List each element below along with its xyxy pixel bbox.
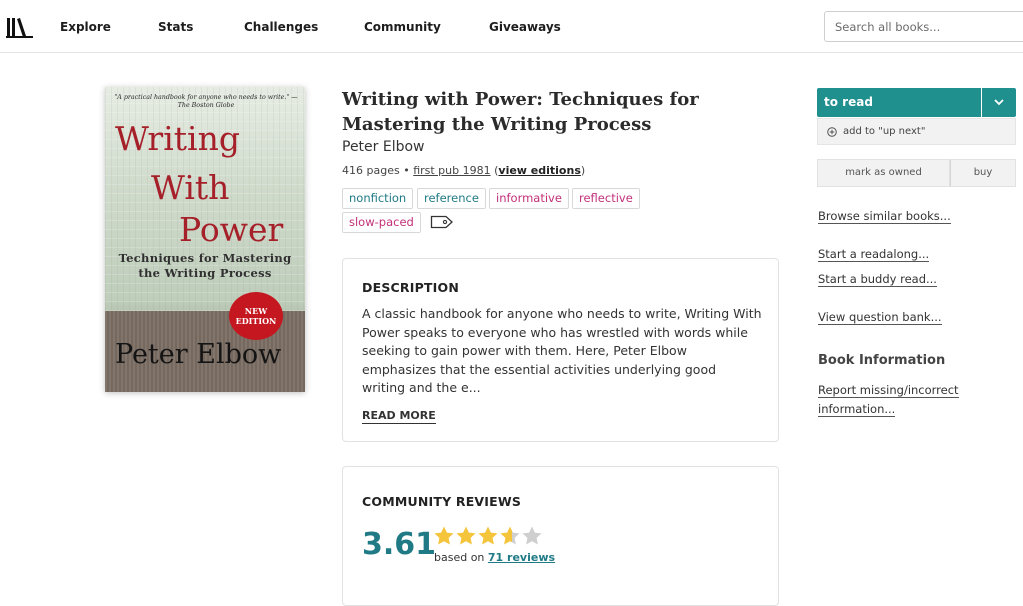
nav-giveaways[interactable]: Giveaways — [489, 20, 561, 34]
based-on-label: based on — [434, 551, 488, 564]
mark-as-owned-button[interactable]: mark as owned — [817, 159, 950, 187]
to-read-dropdown-button[interactable] — [982, 88, 1016, 117]
to-read-button[interactable]: to read — [817, 88, 981, 117]
cover-subtitle-line1: Techniques for Mastering — [118, 251, 292, 265]
book-cover: "A practical handbook for anyone who nee… — [105, 87, 305, 392]
browse-similar-link[interactable]: Browse similar books... — [818, 209, 951, 224]
nav-challenges[interactable]: Challenges — [244, 20, 318, 34]
question-bank-link[interactable]: View question bank... — [818, 310, 942, 325]
paren-close: ) — [580, 164, 586, 177]
report-missing-link-line2[interactable]: information... — [818, 402, 896, 417]
cover-title-line2: With — [151, 168, 230, 207]
report-missing-link[interactable]: Report missing/incorrect — [818, 383, 959, 398]
read-more-link[interactable]: READ MORE — [362, 409, 436, 424]
community-reviews-card: COMMUNITY REVIEWS 3.61 based on 71 revie… — [342, 466, 779, 606]
tag-nonfiction[interactable]: nonfiction — [342, 188, 414, 209]
star-icon — [478, 526, 498, 545]
average-rating: 3.61 — [362, 527, 437, 562]
view-editions-link[interactable]: view editions — [498, 164, 580, 177]
tag-edit-icon[interactable] — [430, 215, 454, 229]
start-buddy-read-link[interactable]: Start a buddy read... — [818, 272, 937, 287]
storygraph-logo-icon[interactable] — [6, 17, 33, 38]
nav-stats[interactable]: Stats — [158, 20, 193, 34]
star-icon — [456, 526, 476, 545]
tag-informative[interactable]: informative — [489, 188, 569, 209]
plus-circle-icon — [827, 127, 837, 137]
meta-separator: • — [399, 164, 414, 177]
new-edition-badge: NEW EDITION — [229, 292, 283, 340]
tag-reference[interactable]: reference — [417, 188, 486, 209]
cover-title-line1: Writing — [115, 119, 240, 158]
cover-subtitle: Techniques for Mastering the Writing Pro… — [111, 251, 299, 281]
cover-author: Peter Elbow — [115, 339, 282, 370]
star-icon — [434, 526, 454, 545]
star-icon — [500, 526, 520, 545]
reviews-heading: COMMUNITY REVIEWS — [362, 494, 522, 509]
badge-line2: EDITION — [235, 316, 277, 326]
cover-quote: "A practical handbook for anyone who nee… — [114, 94, 298, 109]
add-up-next-button[interactable]: add to "up next" — [817, 118, 1016, 145]
book-author[interactable]: Peter Elbow — [342, 139, 425, 155]
cover-subtitle-line2: the Writing Process — [138, 266, 272, 280]
cover-title-line3: Power — [179, 210, 284, 249]
tag-reflective[interactable]: reflective — [572, 188, 640, 209]
description-text: A classic handbook for anyone who needs … — [362, 306, 762, 396]
up-next-label: add to "up next" — [843, 126, 926, 137]
buy-button[interactable]: buy — [950, 159, 1016, 187]
badge-line1: NEW — [244, 306, 268, 316]
description-heading: DESCRIPTION — [362, 280, 459, 295]
book-title: Writing with Power: Techniques for Maste… — [342, 89, 699, 135]
nav-explore[interactable]: Explore — [60, 20, 111, 34]
reviews-count-link[interactable]: 71 reviews — [488, 551, 555, 564]
description-card: DESCRIPTION A classic handbook for anyon… — [342, 258, 779, 442]
search-input[interactable] — [824, 11, 1023, 42]
based-on-text: based on 71 reviews — [434, 551, 555, 564]
star-icon — [522, 526, 542, 545]
book-meta: 416 pages • first pub 1981 (view edition… — [342, 164, 585, 177]
first-pub-link[interactable]: first pub 1981 — [413, 164, 490, 177]
top-navigation: Explore Stats Challenges Community Givea… — [0, 0, 1023, 53]
page-count: 416 pages — [342, 164, 400, 177]
book-information-heading: Book Information — [818, 353, 946, 368]
nav-community[interactable]: Community — [364, 20, 441, 34]
tag-slow-paced[interactable]: slow-paced — [342, 212, 421, 233]
star-rating — [433, 525, 543, 547]
chevron-down-icon — [994, 99, 1004, 106]
start-readalong-link[interactable]: Start a readalong... — [818, 247, 930, 262]
